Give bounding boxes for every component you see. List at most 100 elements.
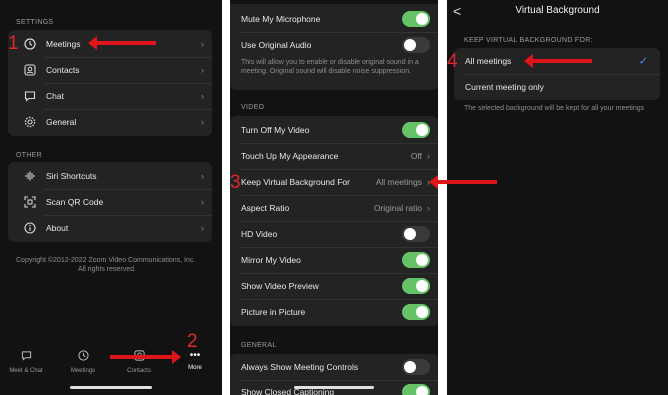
copyright-text: Copyright ©2012-2022 Zoom Video Communic… [16, 256, 216, 274]
settings-group: Meetings › Contacts › Chat › General › [8, 30, 212, 136]
annotation-number-2: 2 [187, 331, 198, 352]
settings-item-contacts[interactable]: Contacts › [8, 57, 212, 83]
row-label: Touch Up My Appearance [241, 151, 339, 161]
section-title-keep-vbg: KEEP VIRTUAL BACKGROUND FOR: [464, 37, 593, 44]
checkmark-icon: ✓ [638, 55, 648, 68]
other-group: Siri Shortcuts › Scan QR Code › About › [8, 162, 212, 242]
settings-item-scan-qr[interactable]: Scan QR Code › [8, 189, 212, 215]
annotation-number-4: 4 [447, 51, 458, 72]
row-label: Always Show Meeting Controls [241, 362, 359, 372]
settings-item-chat[interactable]: Chat › [8, 83, 212, 109]
vbg-note: The selected background will be kept for… [464, 105, 645, 112]
clock-icon [61, 350, 105, 365]
option-label: All meetings [465, 56, 512, 66]
turn-off-video-toggle[interactable] [402, 122, 430, 138]
show-video-preview-row: Show Video Preview [230, 273, 438, 299]
info-icon [24, 222, 36, 234]
settings-item-label: General [46, 117, 77, 127]
page-title: Virtual Background [515, 5, 600, 16]
annotation-arrow-1 [88, 36, 156, 50]
tab-contacts[interactable]: Contacts [117, 350, 161, 374]
row-label: Show Video Preview [241, 281, 319, 291]
chevron-right-icon: › [201, 65, 204, 75]
chevron-right-icon: › [201, 117, 204, 127]
row-label: Turn Off My Video [241, 125, 310, 135]
contacts-icon [24, 64, 36, 76]
turn-off-video-row: Turn Off My Video [230, 117, 438, 143]
original-audio-description: This will allow you to enable or disable… [241, 59, 419, 75]
chat-icon [24, 90, 36, 102]
row-label: Use Original Audio [241, 40, 312, 50]
row-label: Mirror My Video [241, 255, 301, 265]
original-audio-row: Use Original Audio [230, 32, 438, 58]
waveform-icon [24, 170, 36, 182]
always-show-controls-row: Always Show Meeting Controls [230, 354, 438, 380]
home-indicator [70, 386, 152, 389]
row-label: Keep Virtual Background For [241, 177, 350, 187]
settings-item-general[interactable]: General › [8, 109, 212, 135]
copyright-line: Copyright ©2012-2022 Zoom Video Communic… [16, 257, 196, 264]
chevron-right-icon: › [201, 171, 204, 181]
mirror-video-row: Mirror My Video [230, 247, 438, 273]
home-indicator [294, 386, 374, 389]
hd-video-toggle[interactable] [402, 226, 430, 242]
chevron-right-icon: › [427, 203, 430, 213]
tab-label: Meet & Chat [9, 368, 43, 374]
settings-item-label: Contacts [46, 65, 80, 75]
qr-scan-icon [24, 196, 36, 208]
chevron-right-icon: › [201, 223, 204, 233]
annotation-arrow-3 [429, 175, 497, 189]
chat-bubble-icon [4, 350, 48, 365]
row-label: Aspect Ratio [241, 203, 290, 213]
show-closed-captioning-toggle[interactable] [402, 384, 430, 395]
tab-label: Contacts [127, 368, 151, 374]
vbg-options-group: All meetings ✓ Current meeting only [454, 48, 660, 100]
chevron-right-icon: › [201, 91, 204, 101]
section-title-other: OTHER [16, 152, 42, 159]
always-show-controls-toggle[interactable] [402, 359, 430, 375]
touch-up-value: Off [410, 151, 422, 161]
chevron-right-icon: › [427, 151, 430, 161]
section-title-video: VIDEO [241, 104, 265, 111]
settings-item-label: Chat [46, 91, 64, 101]
tab-label: More [188, 365, 202, 371]
show-video-preview-toggle[interactable] [402, 278, 430, 294]
option-current-meeting[interactable]: Current meeting only [454, 74, 660, 100]
settings-item-label: About [46, 223, 69, 233]
tab-label: Meetings [70, 368, 96, 374]
annotation-arrow-2 [110, 350, 181, 364]
mirror-video-toggle[interactable] [402, 252, 430, 268]
mute-microphone-row: Mute My Microphone [230, 6, 438, 32]
tab-meet-chat[interactable]: Meet & Chat [4, 350, 48, 374]
settings-item-about[interactable]: About › [8, 215, 212, 241]
clock-icon [24, 38, 36, 50]
annotation-number-3: 3 [230, 172, 241, 193]
original-audio-toggle[interactable] [402, 37, 430, 53]
copyright-line: All rights reserved. [78, 266, 136, 273]
tab-meetings[interactable]: Meetings [61, 350, 105, 374]
section-title-settings: SETTINGS [16, 19, 54, 26]
settings-item-label: Siri Shortcuts [46, 171, 97, 181]
annotation-number-1: 1 [8, 33, 19, 54]
hd-video-row: HD Video [230, 221, 438, 247]
meetings-settings-panel: Mute My Microphone Use Original Audio Th… [230, 0, 438, 395]
row-label: HD Video [241, 229, 278, 239]
audio-group: Mute My Microphone Use Original Audio Th… [230, 4, 438, 90]
aspect-ratio-value: Original ratio [373, 203, 422, 213]
settings-item-siri-shortcuts[interactable]: Siri Shortcuts › [8, 163, 212, 189]
chevron-right-icon: › [201, 197, 204, 207]
row-label: Mute My Microphone [241, 14, 321, 24]
aspect-ratio-row[interactable]: Aspect Ratio Original ratio › [230, 195, 438, 221]
video-group: Turn Off My Video Touch Up My Appearance… [230, 116, 438, 326]
chevron-right-icon: › [201, 39, 204, 49]
picture-in-picture-toggle[interactable] [402, 304, 430, 320]
keep-virtual-background-row[interactable]: Keep Virtual Background For All meetings… [230, 169, 438, 195]
section-title-general: GENERAL [241, 342, 277, 349]
option-label: Current meeting only [465, 82, 544, 92]
touch-up-row[interactable]: Touch Up My Appearance Off › [230, 143, 438, 169]
row-label: Picture in Picture [241, 307, 306, 317]
keep-vbg-value: All meetings [375, 177, 422, 187]
picture-in-picture-row: Picture in Picture [230, 299, 438, 325]
annotation-arrow-4 [524, 54, 592, 68]
mute-microphone-toggle[interactable] [402, 11, 430, 27]
